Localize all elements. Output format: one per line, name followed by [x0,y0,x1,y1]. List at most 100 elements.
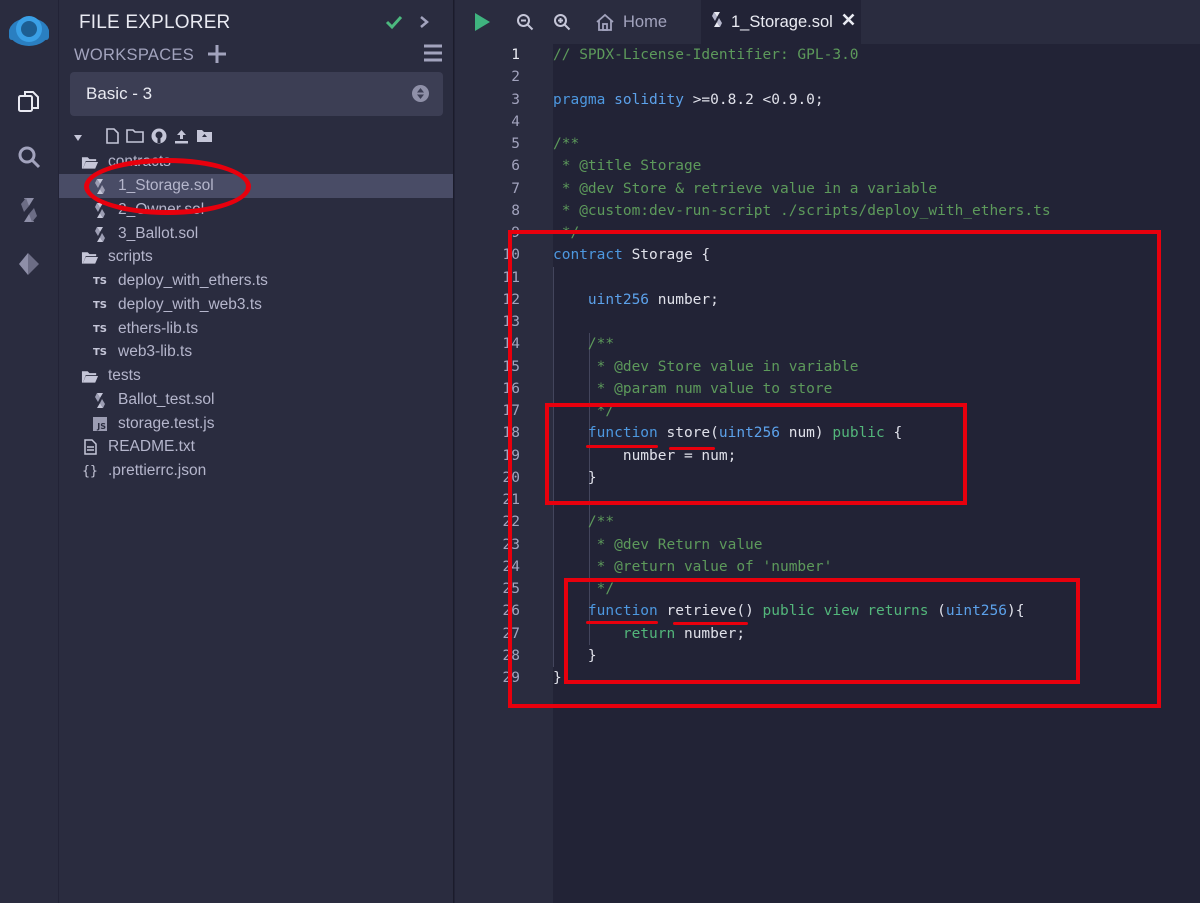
tree-file-prettierrc[interactable]: {} .prettierrc.json [59,459,453,483]
file-explorer-icon[interactable] [0,88,58,114]
code-line: // SPDX-License-Identifier: GPL-3.0 [553,44,859,66]
code-token: * @custom:dev-run-script ./scripts/deplo… [553,202,1051,219]
zoom-out-icon [517,14,534,31]
json-file-icon: {} [82,463,98,479]
typescript-file-icon: TS [92,346,108,358]
upload-file-icon[interactable] [174,128,189,149]
tab-home[interactable]: Home [595,0,667,44]
add-workspace-icon[interactable] [207,44,227,69]
typescript-file-icon: TS [92,299,108,311]
tree-item-label: tests [108,367,141,384]
new-folder-icon[interactable] [126,128,144,148]
line-number: 2 [511,69,520,86]
line-number: 6 [511,158,520,175]
check-icon [385,14,403,35]
solidity-file-icon [91,391,109,409]
tree-item-label: web3-lib.ts [118,343,193,360]
tab-active-label: 1_Storage.sol [731,12,833,31]
search-icon[interactable] [0,144,58,170]
panel-title: FILE EXPLORER [79,12,231,33]
tab-home-label: Home [623,12,668,31]
code-line: * @title Storage [553,155,702,177]
tree-item-label: ethers-lib.ts [118,320,199,337]
workspace-menu-icon[interactable] [423,44,443,67]
tree-file-readme[interactable]: README.txt [59,435,453,459]
annotation-ellipse-file [84,158,251,215]
tree-toolbar [73,127,213,149]
icon-rail [0,0,58,903]
tree-item-label: README.txt [108,438,195,455]
file-explorer-panel: FILE EXPLORER WORKSPACES Basic - 3 contr… [58,0,454,903]
code-token: /** [553,136,580,152]
tree-item-label: deploy_with_ethers.ts [118,272,268,289]
tree-file-deploy-with-ethers[interactable]: TS deploy_with_ethers.ts [59,269,453,293]
line-number: 8 [511,202,520,219]
tree-file-web3-lib[interactable]: TS web3-lib.ts [59,340,453,364]
code-token: >=0.8.2 <0.9.0; [683,91,824,108]
annotation-box-retrieve [564,578,1080,684]
play-icon [475,13,490,31]
annotation-underline-function-retrieve [586,621,658,624]
line-number: 5 [511,136,520,152]
annotation-underline-store [669,447,715,450]
folder-open-icon [81,153,99,171]
zoom-in-button[interactable] [553,0,571,44]
zoom-out-button[interactable] [516,0,534,44]
typescript-file-icon: TS [92,275,108,287]
workspaces-label: WORKSPACES [74,46,195,64]
annotation-underline-retrieve [673,622,748,625]
code-line: /** [553,133,579,155]
workspace-select[interactable]: Basic - 3 [70,72,443,116]
tree-item-label: .prettierrc.json [108,462,207,479]
remix-logo-icon[interactable] [0,10,58,50]
annotation-underline-function-store [586,445,658,448]
solidity-file-icon [711,11,723,33]
upload-folder-icon[interactable] [196,129,213,148]
tree-folder-scripts[interactable]: scripts [59,245,453,269]
tree-item-label: storage.test.js [118,415,215,432]
code-line: pragma solidity >=0.8.2 <0.9.0; [553,89,824,111]
tree-file-storage-test[interactable]: JS storage.test.js [59,412,453,436]
line-number: 3 [511,91,520,108]
tree-file-ballot-test[interactable]: Ballot_test.sol [59,388,453,412]
solidity-compiler-icon[interactable] [0,196,58,224]
new-file-icon[interactable] [105,127,119,149]
chevron-right-icon[interactable] [419,15,429,34]
code-line: * @dev Store & retrieve value in a varia… [553,178,937,200]
zoom-in-icon [554,14,571,31]
code-token: // SPDX-License-Identifier: GPL-3.0 [553,47,859,63]
folder-open-icon [81,248,99,266]
code-line: * @custom:dev-run-script ./scripts/deplo… [553,200,1051,222]
tree-item-label: deploy_with_web3.ts [118,296,262,313]
folder-open-icon [81,367,99,385]
editor-tab-bar: Home 1_Storage.sol [455,0,1200,44]
solidity-file-icon [91,225,109,243]
tab-1-storage[interactable]: 1_Storage.sol [701,0,861,44]
tree-folder-tests[interactable]: tests [59,364,453,388]
collapse-caret-icon[interactable] [73,129,83,147]
line-number: 1 [511,47,520,63]
deploy-run-icon[interactable] [0,250,58,278]
home-icon [596,13,614,31]
line-number: 4 [511,113,520,130]
code-token: * @dev Store & retrieve value in a varia… [553,180,938,197]
line-number: 7 [511,180,520,197]
tree-file-deploy-with-web3[interactable]: TS deploy_with_web3.ts [59,293,453,317]
tree-item-label: 3_Ballot.sol [118,225,199,242]
select-arrows-icon [412,85,429,102]
code-token: * @title Storage [553,158,702,175]
close-icon[interactable] [842,13,855,31]
github-icon[interactable] [151,128,167,149]
tree-item-label: scripts [108,248,153,265]
javascript-file-icon: JS [91,415,109,433]
code-token: pragma [553,91,606,108]
workspace-select-value: Basic - 3 [86,84,153,103]
text-file-icon [81,438,99,456]
tree-item-label: Ballot_test.sol [118,391,215,408]
typescript-file-icon: TS [92,323,108,335]
run-button[interactable] [473,0,491,44]
tree-file-ethers-lib[interactable]: TS ethers-lib.ts [59,317,453,341]
tree-file-3-ballot[interactable]: 3_Ballot.sol [59,222,453,246]
annotation-box-store [545,403,967,505]
